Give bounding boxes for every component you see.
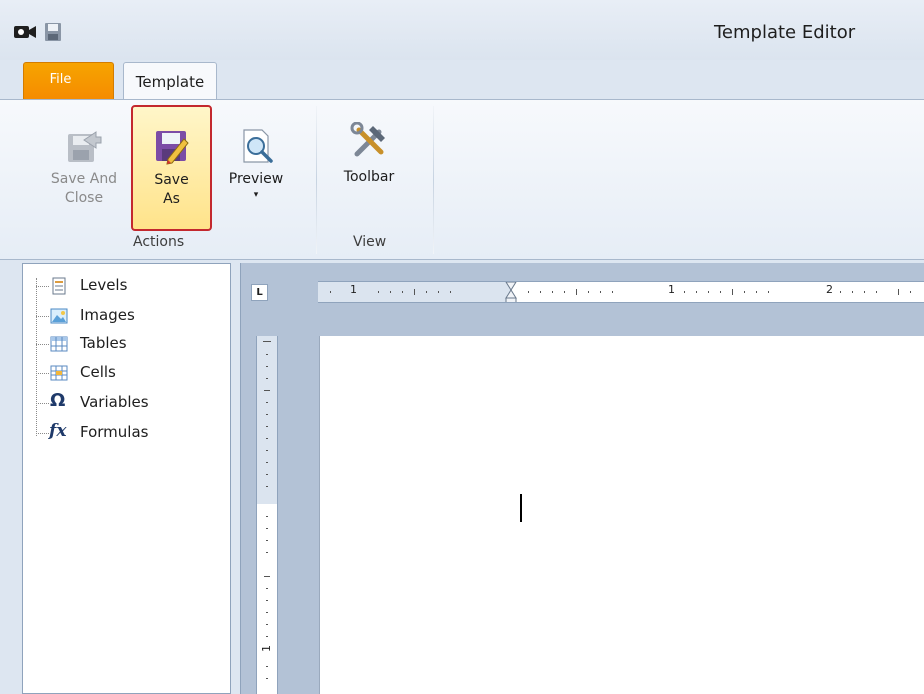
fx-icon: fx: [49, 421, 67, 441]
save-and-close-label-2: Close: [64, 190, 104, 206]
document-page[interactable]: [319, 336, 924, 694]
save-and-close-button[interactable]: Save And Close: [38, 128, 130, 208]
text-caret: [520, 494, 522, 522]
group-label-view: View: [353, 234, 387, 250]
levels-icon: [52, 277, 66, 295]
chevron-down-icon[interactable]: ▾: [216, 189, 296, 201]
table-icon: [50, 336, 68, 352]
omega-icon: Ω: [50, 390, 66, 411]
tools-icon: [350, 122, 385, 157]
toolbar-button[interactable]: Toolbar: [330, 122, 408, 187]
horizontal-ruler[interactable]: 1 1 2: [318, 281, 924, 303]
tab-file[interactable]: File: [23, 62, 114, 100]
camera-app-icon[interactable]: [14, 24, 36, 40]
toolbar-label: Toolbar: [343, 169, 395, 185]
vertical-ruler[interactable]: 1: [256, 336, 278, 694]
image-icon: [50, 308, 68, 324]
ruler-ticks: [330, 282, 911, 302]
save-as-icon: [155, 131, 189, 165]
indent-marker: [505, 282, 517, 302]
tree-item-label: Images: [80, 306, 135, 324]
ribbon-group-separator: [433, 106, 434, 254]
tree-item-label: Variables: [80, 393, 149, 411]
preview-label: Preview: [228, 171, 284, 187]
tab-stop-selector[interactable]: L: [251, 284, 268, 301]
group-label-actions: Actions: [133, 234, 185, 250]
save-and-close-label-1: Save And: [50, 171, 118, 187]
vertical-ruler-ticks: [263, 341, 271, 679]
tree-item-tables[interactable]: Tables: [23, 332, 223, 356]
tree-item-levels[interactable]: Levels: [23, 274, 223, 298]
title-bar: Template Editor: [0, 0, 924, 60]
tree-item-label: Levels: [80, 276, 128, 294]
tree-item-label: Formulas: [80, 423, 149, 441]
template-tree: Levels Images Tables Cells Ω Variables f…: [22, 263, 231, 694]
ruler-number: 2: [826, 283, 833, 296]
tree-item-variables[interactable]: Ω Variables: [23, 391, 223, 415]
tab-template[interactable]: Template: [123, 62, 217, 100]
floppy-disk-icon[interactable]: [45, 23, 61, 41]
ruler-number: 1: [350, 283, 357, 296]
cell-icon: [50, 365, 68, 381]
save-as-label-1: Save: [154, 172, 189, 188]
save-and-close-icon: [68, 131, 102, 162]
ruler-number: 1: [668, 283, 675, 296]
tree-item-label: Tables: [80, 334, 127, 352]
save-as-button[interactable]: Save As: [131, 105, 212, 231]
document-editor: L 1 1 2 1: [240, 263, 924, 694]
ribbon-group-separator: [316, 106, 317, 254]
ruler-number: 1: [260, 645, 273, 652]
preview-icon: [243, 129, 273, 163]
preview-button[interactable]: Preview ▾: [216, 128, 296, 201]
window-title: Template Editor: [714, 22, 856, 43]
ribbon: Save And Close Save As Preview ▾ Actions: [0, 99, 924, 260]
tree-item-images[interactable]: Images: [23, 304, 223, 328]
save-as-label-2: As: [163, 191, 180, 207]
tree-item-formulas[interactable]: fx Formulas: [23, 421, 223, 445]
tree-item-label: Cells: [80, 363, 116, 381]
tree-item-cells[interactable]: Cells: [23, 361, 223, 385]
